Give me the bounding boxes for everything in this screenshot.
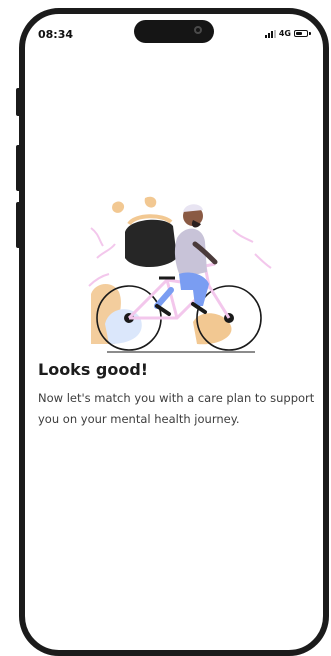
bike-frame-top — [127, 278, 231, 320]
backpack — [125, 219, 177, 267]
motion-line-1 — [90, 227, 104, 247]
motion-line-4 — [254, 253, 272, 269]
dynamic-island — [134, 20, 214, 43]
status-bar: 08:34 4G — [25, 14, 323, 54]
status-time: 08:34 — [38, 28, 74, 41]
page-title: Looks good! — [38, 360, 149, 379]
motion-line-2 — [96, 243, 116, 259]
page-description: Now let's match you with a care plan to … — [38, 391, 315, 426]
signal-icon — [264, 29, 276, 38]
splash-1 — [112, 201, 125, 213]
network-label: 4G — [278, 29, 291, 38]
motion-line-3 — [232, 229, 254, 243]
rider-back-shoe — [155, 304, 171, 316]
status-icons: 4G — [264, 29, 311, 38]
rider-back-leg — [154, 287, 174, 309]
battery-icon — [294, 30, 308, 37]
bicycle-rider-illustration — [88, 196, 272, 353]
phone-frame: 08:34 4G Looks good! Now let's match you… — [19, 8, 329, 656]
blob-blue-left — [105, 309, 142, 344]
rider-torso — [174, 228, 207, 278]
camera-icon — [194, 26, 202, 34]
battery-level — [296, 32, 302, 35]
splash-2 — [144, 196, 157, 208]
battery-tip — [309, 32, 311, 35]
